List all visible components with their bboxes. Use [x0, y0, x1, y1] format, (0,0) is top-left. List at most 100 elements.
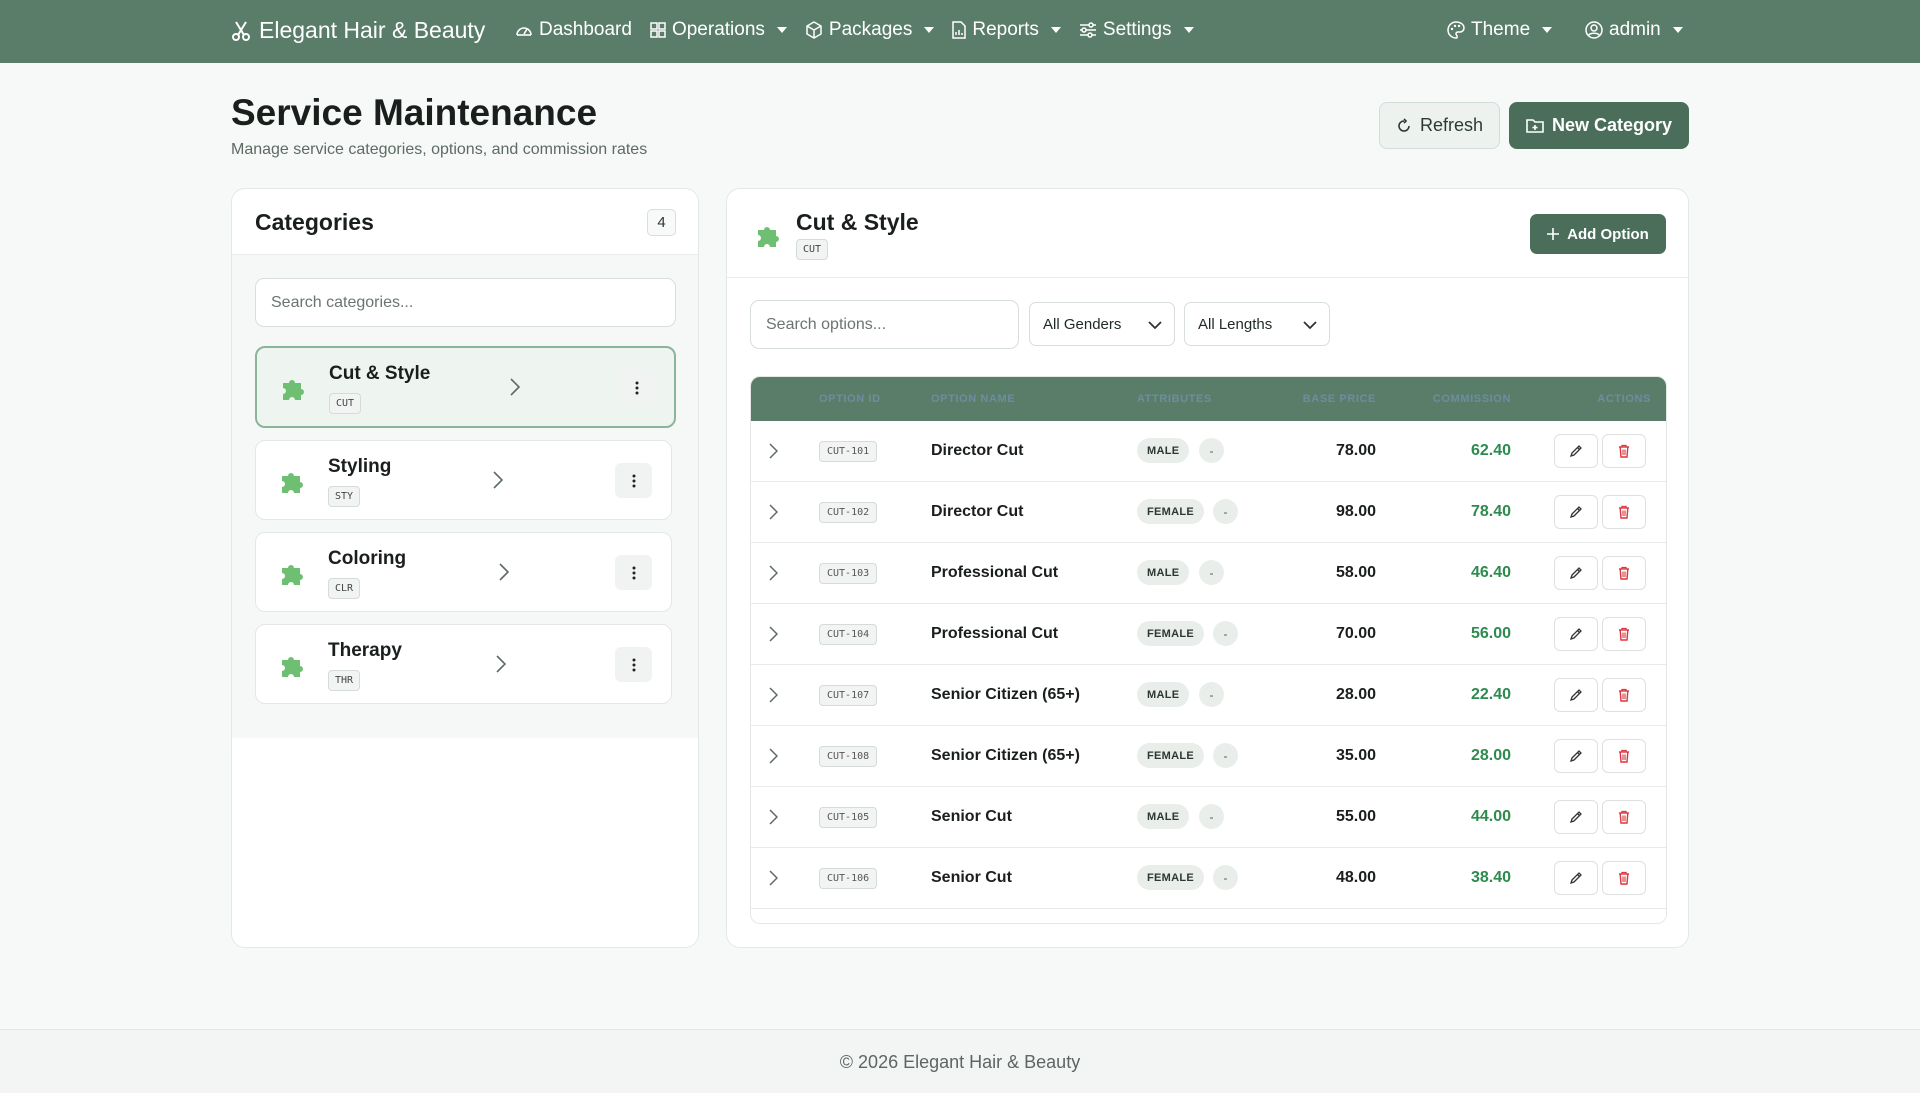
option-name: Professional Cut	[931, 564, 1059, 581]
trash-icon	[1618, 749, 1630, 763]
chevron-right-icon[interactable]	[769, 809, 779, 830]
option-name: Professional Cut	[931, 625, 1059, 642]
brand-link[interactable]: Elegant Hair & Beauty	[231, 17, 485, 44]
option-name: Senior Citizen (65+)	[931, 747, 1080, 764]
delete-option-button[interactable]	[1602, 861, 1646, 895]
chevron-right-icon[interactable]	[769, 443, 779, 464]
delete-option-button[interactable]	[1602, 434, 1646, 468]
table-row[interactable]: CUT-104 Professional Cut FEMALE - 70.00 56.00	[751, 604, 1666, 665]
user-circle-icon	[1585, 21, 1603, 39]
nav-packages-label: Packages	[828, 19, 913, 40]
edit-option-button[interactable]	[1554, 739, 1598, 773]
commission-value: 56.00	[1470, 625, 1511, 642]
chevron-right-icon[interactable]	[769, 565, 779, 586]
category-menu-button[interactable]	[615, 463, 652, 498]
nav-settings[interactable]: Settings	[1079, 19, 1194, 41]
category-menu-button[interactable]	[615, 555, 652, 590]
edit-option-button[interactable]	[1554, 800, 1598, 834]
table-row[interactable]: CUT-108 Senior Citizen (65+) FEMALE - 35.00 2…	[751, 726, 1666, 787]
option-id-badge: CUT-103	[819, 563, 878, 584]
chevron-right-icon	[493, 471, 504, 494]
chevron-down-icon	[1050, 27, 1061, 33]
table-row[interactable]: CUT-102 Director Cut FEMALE - 98.00 78.40	[751, 482, 1666, 543]
gender-badge: MALE	[1137, 560, 1190, 585]
length-filter-select[interactable]: All Lengths	[1184, 302, 1330, 346]
category-menu-button[interactable]	[615, 647, 652, 682]
edit-option-button[interactable]	[1554, 556, 1598, 590]
option-id-badge: CUT-106	[819, 868, 878, 889]
new-category-button[interactable]: New Category	[1509, 102, 1689, 149]
chevron-down-icon	[1542, 27, 1553, 33]
selected-category-title: Cut & Style	[796, 209, 919, 235]
base-price: 70.00	[1335, 625, 1376, 642]
nav-operations[interactable]: Operations	[650, 19, 787, 41]
trash-icon	[1618, 444, 1630, 458]
gender-badge: FEMALE	[1137, 743, 1205, 768]
pencil-icon	[1569, 749, 1583, 763]
length-badge: -	[1199, 682, 1224, 707]
puzzle-icon	[278, 467, 306, 500]
edit-option-button[interactable]	[1554, 434, 1598, 468]
category-item-styling[interactable]: Styling STY	[255, 440, 672, 520]
sliders-icon	[1079, 22, 1097, 38]
gender-filter-select[interactable]: All Genders	[1029, 302, 1175, 346]
chevron-down-icon	[924, 27, 935, 33]
trash-icon	[1618, 871, 1630, 885]
option-search-input[interactable]	[750, 300, 1019, 349]
delete-option-button[interactable]	[1602, 617, 1646, 651]
category-item-cut-style[interactable]: Cut & Style CUT	[255, 346, 676, 428]
base-price: 58.00	[1335, 564, 1376, 581]
option-name: Director Cut	[931, 503, 1024, 520]
page-title: Service Maintenance	[231, 92, 598, 133]
chevron-right-icon	[496, 655, 507, 678]
nav-reports[interactable]: Reports	[952, 19, 1061, 41]
gender-badge: MALE	[1137, 682, 1190, 707]
table-row[interactable]: CUT-106 Senior Cut FEMALE - 48.00 38.40	[751, 848, 1666, 909]
chevron-down-icon	[1303, 317, 1317, 334]
edit-option-button[interactable]	[1554, 861, 1598, 895]
delete-option-button[interactable]	[1602, 800, 1646, 834]
edit-option-button[interactable]	[1554, 495, 1598, 529]
nav-theme[interactable]: Theme	[1447, 19, 1553, 41]
pencil-icon	[1569, 566, 1583, 580]
option-name: Senior Cut	[931, 869, 1012, 886]
nav-dashboard[interactable]: Dashboard	[515, 19, 632, 41]
table-row[interactable]: CUT-107 Senior Citizen (65+) MALE - 28.00 22.…	[751, 665, 1666, 726]
chevron-right-icon	[510, 378, 521, 401]
table-row[interactable]: CUT-101 Director Cut MALE - 78.00 62.40	[751, 421, 1666, 482]
delete-option-button[interactable]	[1602, 678, 1646, 712]
base-price: 35.00	[1335, 747, 1376, 764]
category-menu-button[interactable]	[618, 370, 655, 405]
category-item-coloring[interactable]: Coloring CLR	[255, 532, 672, 612]
category-code-badge: CLR	[328, 578, 361, 599]
selected-category-code: CUT	[796, 239, 829, 260]
delete-option-button[interactable]	[1602, 556, 1646, 590]
brand-name: Elegant Hair & Beauty	[259, 17, 486, 43]
category-search-input[interactable]	[255, 278, 676, 327]
delete-option-button[interactable]	[1602, 739, 1646, 773]
category-item-therapy[interactable]: Therapy THR	[255, 624, 672, 704]
chevron-right-icon[interactable]	[769, 687, 779, 708]
pencil-icon	[1569, 627, 1583, 641]
chevron-right-icon[interactable]	[769, 870, 779, 891]
options-panel: Cut & Style CUT Add Option All Genders A…	[726, 188, 1689, 948]
option-id-badge: CUT-108	[819, 746, 878, 767]
delete-option-button[interactable]	[1602, 495, 1646, 529]
nav-user-menu[interactable]: admin	[1585, 19, 1683, 41]
edit-option-button[interactable]	[1554, 678, 1598, 712]
nav-settings-label: Settings	[1102, 19, 1172, 40]
edit-option-button[interactable]	[1554, 617, 1598, 651]
chevron-right-icon[interactable]	[769, 626, 779, 647]
refresh-button[interactable]: Refresh	[1379, 102, 1500, 149]
chevron-right-icon[interactable]	[769, 748, 779, 769]
chevron-right-icon[interactable]	[769, 504, 779, 525]
chevron-down-icon	[1672, 27, 1683, 33]
table-row[interactable]: CUT-105 Senior Cut MALE - 55.00 44.00	[751, 787, 1666, 848]
category-name: Therapy	[328, 640, 402, 661]
table-row[interactable]: CUT-103 Professional Cut MALE - 58.00 46.40	[751, 543, 1666, 604]
nav-packages[interactable]: Packages	[805, 19, 935, 41]
table-header: Option ID Option Name Attributes Base Pr…	[751, 377, 1666, 421]
categories-header: Categories 4	[232, 189, 698, 255]
add-option-button[interactable]: Add Option	[1530, 214, 1666, 254]
base-price: 55.00	[1335, 808, 1376, 825]
